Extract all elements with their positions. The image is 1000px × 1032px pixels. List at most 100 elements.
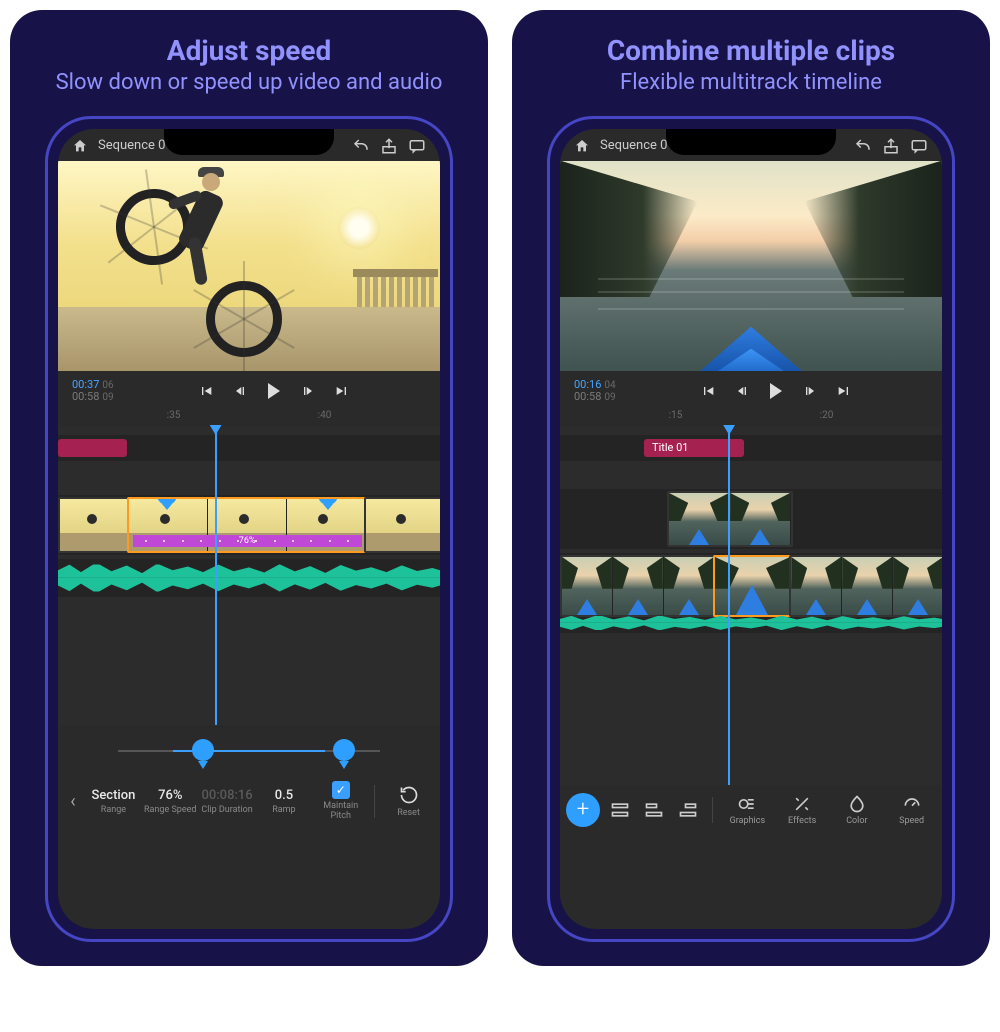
- speed-strip[interactable]: 76%: [133, 535, 362, 547]
- share-icon[interactable]: [380, 137, 398, 155]
- video-clip[interactable]: [789, 555, 942, 617]
- align-left-track-icon[interactable]: [640, 796, 668, 824]
- phone-outline: Sequence 01: [547, 116, 955, 942]
- maintain-pitch-checkbox[interactable]: ✓: [332, 781, 350, 799]
- video-clip-selected[interactable]: 76%: [127, 497, 368, 553]
- comment-icon[interactable]: [408, 137, 426, 155]
- graphics-button[interactable]: Graphics: [723, 794, 772, 826]
- overlay-track-icon[interactable]: [606, 796, 634, 824]
- title-track[interactable]: [58, 435, 440, 461]
- title-clip[interactable]: [58, 439, 127, 457]
- skip-start-icon[interactable]: [699, 382, 717, 400]
- video-preview[interactable]: [58, 161, 440, 371]
- back-icon[interactable]: ‹: [62, 791, 84, 812]
- phone-notch: [164, 129, 334, 155]
- home-icon[interactable]: [72, 138, 88, 154]
- add-button[interactable]: +: [566, 793, 600, 827]
- ramp-label: Ramp: [272, 805, 295, 815]
- video-track[interactable]: 76%: [58, 495, 440, 555]
- total-time: 00:58: [72, 390, 99, 403]
- video-clip[interactable]: [58, 497, 131, 553]
- undo-icon[interactable]: [854, 137, 872, 155]
- skip-end-icon[interactable]: [835, 382, 853, 400]
- card-subhead: Slow down or speed up video and audio: [56, 69, 443, 98]
- title-clip-label: Title 01: [652, 441, 688, 454]
- skip-start-icon[interactable]: [197, 382, 215, 400]
- current-frames: 04: [604, 380, 615, 391]
- promo-card-multitrack: Combine multiple clips Flexible multitra…: [512, 10, 990, 966]
- video-track-lower[interactable]: [560, 553, 942, 633]
- range-speed-value: 76%: [158, 788, 182, 803]
- frame-forward-icon[interactable]: [801, 382, 819, 400]
- section-label: Range: [101, 805, 126, 815]
- ramp-control[interactable]: 0.5 Ramp: [256, 788, 311, 815]
- slider-knob-left[interactable]: [192, 739, 214, 761]
- reset-icon: [398, 784, 420, 806]
- range-slider[interactable]: [58, 725, 440, 775]
- effects-button[interactable]: Effects: [778, 794, 827, 826]
- phone-mockup: Sequence 01: [58, 129, 440, 929]
- current-time: 00:16: [574, 378, 601, 391]
- video-preview[interactable]: [560, 161, 942, 371]
- range-speed-label: Range Speed: [144, 805, 197, 815]
- range-speed-control[interactable]: 76% Range Speed: [143, 788, 198, 815]
- current-time: 00:37: [72, 378, 99, 391]
- video-clip[interactable]: [560, 555, 717, 617]
- total-frames: 09: [102, 392, 113, 403]
- maintain-pitch-label: Maintain Pitch: [313, 801, 368, 822]
- home-icon[interactable]: [574, 138, 590, 154]
- transport-bar: 00:1604 00:5809: [560, 371, 942, 408]
- ramp-value: 0.5: [275, 788, 293, 803]
- reset-label: Reset: [397, 808, 420, 818]
- speed-toolbar: ‹ Section Range 76% Range Speed 00:08:16…: [58, 775, 440, 832]
- rider-illustration: [188, 191, 214, 251]
- frame-back-icon[interactable]: [733, 382, 751, 400]
- phone-outline: Sequence 01: [45, 116, 453, 942]
- playhead[interactable]: [728, 427, 730, 785]
- card-subhead: Flexible multitrack timeline: [620, 69, 882, 98]
- kayak-illustration: [671, 311, 831, 371]
- section-value: Section: [91, 788, 135, 803]
- time-ruler[interactable]: :35 :40: [58, 408, 440, 427]
- align-right-track-icon[interactable]: [674, 796, 702, 824]
- comment-icon[interactable]: [910, 137, 928, 155]
- graphics-label: Graphics: [730, 816, 765, 826]
- current-frames: 06: [102, 380, 113, 391]
- speed-button[interactable]: Speed: [887, 794, 936, 826]
- maintain-pitch-control[interactable]: ✓ Maintain Pitch: [313, 781, 368, 822]
- total-frames: 09: [604, 392, 615, 403]
- timeline[interactable]: 76%: [58, 427, 440, 725]
- undo-icon[interactable]: [352, 137, 370, 155]
- card-headline: Combine multiple clips: [607, 34, 895, 67]
- playhead[interactable]: [215, 427, 217, 725]
- time-ruler[interactable]: :15 :20: [560, 408, 942, 427]
- frame-forward-icon[interactable]: [299, 382, 317, 400]
- promo-card-speed: Adjust speed Slow down or speed up video…: [10, 10, 488, 966]
- timeline[interactable]: Title 01: [560, 427, 942, 785]
- share-icon[interactable]: [882, 137, 900, 155]
- audio-track[interactable]: [58, 559, 440, 597]
- effects-label: Effects: [788, 816, 816, 826]
- reset-button[interactable]: Reset: [381, 784, 436, 818]
- phone-mockup: Sequence 01: [560, 129, 942, 929]
- color-button[interactable]: Color: [833, 794, 882, 826]
- total-time: 00:58: [574, 390, 601, 403]
- ruler-tick: :35: [167, 410, 181, 421]
- video-clip[interactable]: [364, 497, 440, 553]
- video-track-upper[interactable]: [560, 489, 942, 549]
- frame-back-icon[interactable]: [231, 382, 249, 400]
- clip-duration-value: 00:08:16: [201, 788, 252, 803]
- clip-duration-control: 00:08:16 Clip Duration: [200, 788, 255, 815]
- section-control[interactable]: Section Range: [86, 788, 141, 815]
- color-label: Color: [846, 816, 867, 826]
- title-track[interactable]: Title 01: [560, 435, 942, 461]
- main-toolbar: + Graphics: [560, 785, 942, 841]
- video-clip-selected[interactable]: [713, 555, 793, 617]
- audio-track[interactable]: [560, 613, 942, 633]
- slider-knob-right[interactable]: [333, 739, 355, 761]
- phone-notch: [666, 129, 836, 155]
- play-icon[interactable]: [265, 382, 283, 400]
- skip-end-icon[interactable]: [333, 382, 351, 400]
- ruler-tick: :40: [318, 410, 332, 421]
- play-icon[interactable]: [767, 382, 785, 400]
